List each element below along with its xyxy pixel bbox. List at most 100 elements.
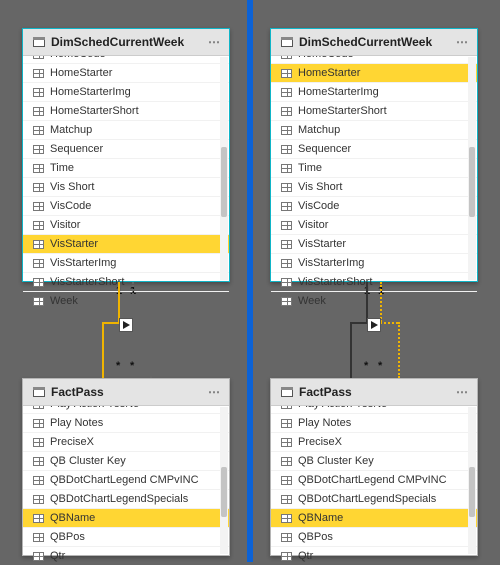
table-fact-right[interactable]: FactPass ⋯ Play Action YesNoPlay Notes Pr… [270,378,478,556]
more-icon[interactable]: ⋯ [456,35,469,49]
field-row[interactable]: QB Cluster Key [271,451,477,470]
field-row[interactable]: Qtr [23,546,229,565]
field-row[interactable]: Visitor [271,215,477,234]
table-dim-left[interactable]: DimSchedCurrentWeek ⋯ HomeCode HomeStarte… [22,28,230,282]
field-label: Qtr [50,550,65,562]
table-fact-left[interactable]: FactPass ⋯ Play Action YesNo Play Notes Pr… [22,378,230,556]
field-row[interactable]: Sequencer [23,139,229,158]
field-row[interactable]: PreciseX [23,432,229,451]
field-row[interactable]: Play Notes [271,413,477,432]
field-row[interactable]: VisStarter [23,234,229,253]
scrollbar[interactable] [220,57,228,280]
field-label: Sequencer [50,143,103,155]
field-label: Matchup [298,124,340,136]
field-row[interactable]: Vis Short [23,177,229,196]
column-icon [281,476,292,485]
field-label: VisStarter [50,238,98,250]
field-row[interactable]: Week [271,291,477,310]
column-icon [281,240,292,249]
field-row[interactable]: HomeStarterImg [23,82,229,101]
model-canvas[interactable]: DimSchedCurrentWeek ⋯ HomeCode HomeStarte… [0,0,500,562]
field-label: Play Notes [50,417,103,429]
field-label: Matchup [50,124,92,136]
field-label: HomeCode [50,56,106,60]
field-row[interactable]: Matchup [23,120,229,139]
field-row[interactable]: HomeStarterShort [23,101,229,120]
table-header[interactable]: DimSchedCurrentWeek ⋯ [23,29,229,56]
column-icon [33,438,44,447]
column-icon [33,495,44,504]
field-row[interactable]: VisStarterImg [23,253,229,272]
more-icon[interactable]: ⋯ [456,385,469,399]
field-label: QBDotChartLegend CMPvINC [298,474,447,486]
filter-direction-icon[interactable] [367,318,381,332]
field-list[interactable]: Play Action YesNoPlay Notes PreciseX QB Cl… [271,406,477,565]
field-label: QBDotChartLegendSpecials [298,493,436,505]
field-list[interactable]: HomeCode HomeStarterHomeStarterImgHomeSta… [23,56,229,310]
field-row[interactable]: HomeCode [271,56,477,63]
more-icon[interactable]: ⋯ [208,385,221,399]
field-label: VisStarterImg [298,257,364,269]
field-row[interactable]: Qtr [271,546,477,565]
field-row[interactable]: HomeStarterShort [271,101,477,120]
scrollbar[interactable] [468,57,476,280]
field-list[interactable]: Play Action YesNo Play Notes PreciseX QB Cl… [23,406,229,565]
field-row[interactable]: HomeStarter [23,63,229,82]
field-row[interactable]: PreciseX [271,432,477,451]
field-row[interactable]: HomeStarterImg [271,82,477,101]
table-dim-right[interactable]: DimSchedCurrentWeek ⋯ HomeCode HomeStarte… [270,28,478,282]
table-header[interactable]: DimSchedCurrentWeek ⋯ [271,29,477,56]
field-label: Week [50,295,78,307]
field-label: HomeStarter [298,67,360,79]
column-icon [33,126,44,135]
field-row[interactable]: VisCode [23,196,229,215]
field-row[interactable]: VisStarterShort [23,272,229,291]
field-row[interactable]: Time [23,158,229,177]
column-icon [281,56,292,59]
field-row[interactable]: Play Action YesNo [23,406,229,413]
scrollbar[interactable] [468,407,476,554]
field-label: VisStarterImg [50,257,116,269]
field-label: QBDotChartLegend CMPvINC [50,474,199,486]
filter-direction-icon[interactable] [119,318,133,332]
field-row[interactable]: QBPos [271,527,477,546]
field-row[interactable]: Matchup [271,120,477,139]
cardinality-many: * [116,360,120,372]
field-row[interactable]: HomeStarter [271,63,477,82]
field-row[interactable]: Play Action YesNo [271,406,477,413]
field-row[interactable]: Sequencer [271,139,477,158]
field-row[interactable]: VisCode [271,196,477,215]
field-row[interactable]: QB Cluster Key [23,451,229,470]
column-icon [33,514,44,523]
table-header[interactable]: FactPass ⋯ [23,379,229,406]
field-row[interactable]: QBName [271,508,477,527]
field-row[interactable]: QBName [23,508,229,527]
table-title: FactPass [51,385,104,399]
field-row[interactable]: Time [271,158,477,177]
field-label: QB Cluster Key [50,455,126,467]
field-row[interactable]: VisStarterShort [271,272,477,291]
field-row[interactable]: Play Notes [23,413,229,432]
field-row[interactable]: HomeCode [23,56,229,63]
table-header[interactable]: FactPass ⋯ [271,379,477,406]
column-icon [281,419,292,428]
field-row[interactable]: QBPos [23,527,229,546]
field-row[interactable]: QBDotChartLegend CMPvINC [23,470,229,489]
column-icon [281,552,292,561]
field-row[interactable]: VisStarterImg [271,253,477,272]
field-label: Vis Short [50,181,94,193]
field-row[interactable]: Visitor [23,215,229,234]
field-list[interactable]: HomeCode HomeStarter HomeStarterImgHomeSta… [271,56,477,310]
field-row[interactable]: VisStarter [271,234,477,253]
column-icon [33,183,44,192]
field-row[interactable]: QBDotChartLegend CMPvINC [271,470,477,489]
field-label: PreciseX [298,436,342,448]
column-icon [281,457,292,466]
field-row[interactable]: QBDotChartLegendSpecials [23,489,229,508]
more-icon[interactable]: ⋯ [208,35,221,49]
scrollbar[interactable] [220,407,228,554]
column-icon [33,552,44,561]
field-row[interactable]: Vis Short [271,177,477,196]
field-row[interactable]: Week [23,291,229,310]
field-row[interactable]: QBDotChartLegendSpecials [271,489,477,508]
